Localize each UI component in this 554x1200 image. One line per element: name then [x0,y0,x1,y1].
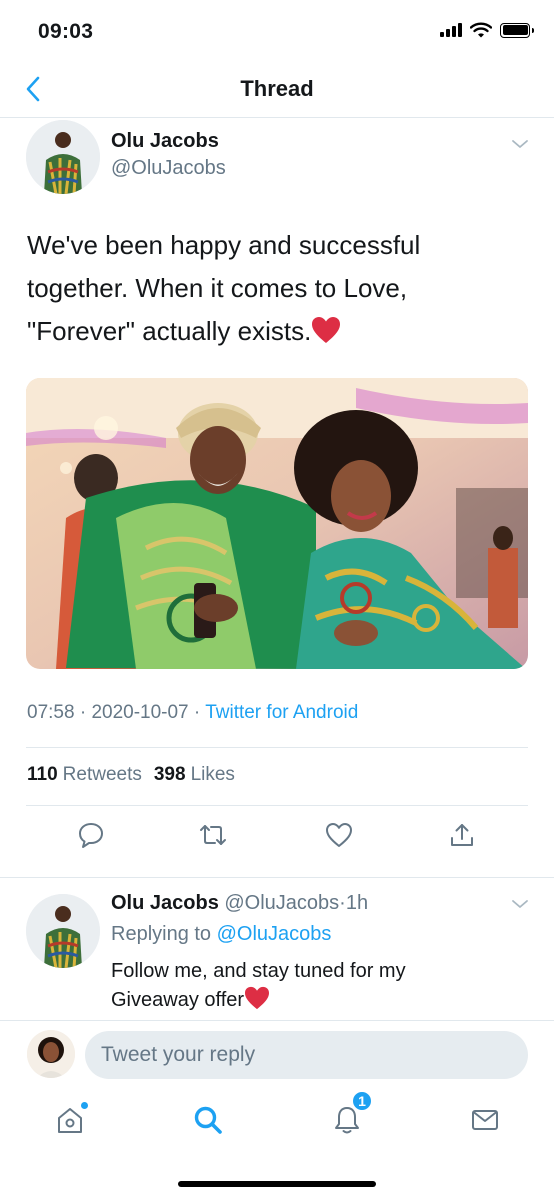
divider [26,805,528,806]
avatar[interactable] [27,1030,75,1078]
retweets-count: 110 [27,764,58,785]
likes-count: 398 [153,764,186,785]
notifications-badge: 1 [351,1090,373,1112]
reply-tweet[interactable]: Olu Jacobs @OluJacobs·1h Replying to @Ol… [0,878,554,1020]
search-icon [194,1106,222,1134]
home-icon [58,1108,82,1133]
tweet-actions [0,819,554,853]
share-button[interactable] [446,819,478,851]
replying-to-link[interactable]: @OluJacobs [217,923,332,945]
likes-label: Likes [190,764,235,785]
tweet-meta: 07:58 · 2020-10-07 · Twitter for Android [27,702,358,724]
caret-down-icon [512,140,528,148]
retweet-button[interactable] [197,819,229,851]
tweet-header: Olu Jacobs @OluJacobs [0,118,554,198]
share-icon [451,824,473,846]
reply-header: Olu Jacobs @OluJacobs·1h [111,892,368,915]
page-title: Thread [240,76,314,101]
home-indicator [178,1181,376,1187]
retweets-label: Retweets [62,764,142,785]
retweet-icon [200,825,226,845]
caret-down-icon [512,900,528,908]
retweets-stat[interactable]: 110 Retweets [27,764,142,786]
author-name[interactable]: Olu Jacobs [111,130,219,153]
reply-composer [0,1020,554,1090]
signal-icon [440,23,462,37]
meta-separator: · [79,702,92,723]
status-time: 09:03 [38,20,94,43]
reply-text: Follow me, and stay tuned for my Giveawa… [111,957,471,1019]
avatar[interactable] [26,894,100,968]
meta-separator: · [193,702,206,723]
tab-home[interactable] [50,1100,90,1140]
reply-icon [79,823,103,848]
avatar[interactable] [26,120,100,194]
tweet-stats: 110 Retweets 398 Likes [27,764,235,786]
likes-stat[interactable]: 398 Likes [154,764,235,786]
tab-messages[interactable] [465,1100,505,1140]
battery-icon [500,22,534,38]
nav-bar: Thread [0,64,554,118]
reply-author-handle[interactable]: @OluJacobs [224,892,339,914]
tweet-date: 2020-10-07 [91,702,189,723]
status-icons [440,22,534,38]
meta-separator: · [339,892,346,914]
like-button[interactable] [323,819,355,851]
wifi-icon [470,22,492,38]
tweet-options-button[interactable] [508,132,532,156]
like-icon [326,823,352,847]
tweet-source-link[interactable]: Twitter for Android [205,702,358,723]
tweet-time: 07:58 [27,702,75,723]
tweet-text: We've been happy and successful together… [27,224,507,357]
tweet-text-body: We've been happy and successful together… [27,230,421,346]
replying-to: Replying to @OluJacobs [111,923,331,946]
messages-icon [472,1110,498,1130]
home-new-dot [81,1102,88,1109]
status-bar: 09:03 [0,0,554,64]
tab-search[interactable] [188,1100,228,1140]
author-handle[interactable]: @OluJacobs [111,157,226,180]
tab-notifications[interactable]: 1 [327,1090,373,1140]
reply-button[interactable] [75,819,107,851]
reply-author-name[interactable]: Olu Jacobs [111,892,219,914]
reply-age: 1h [345,892,369,914]
heart-emoji [244,986,270,1019]
divider [26,747,528,748]
replying-prefix: Replying to [111,923,212,945]
heart-emoji [311,314,341,357]
reply-options-button[interactable] [508,892,532,916]
tweet-photo[interactable] [26,378,528,669]
reply-input[interactable] [85,1031,528,1079]
